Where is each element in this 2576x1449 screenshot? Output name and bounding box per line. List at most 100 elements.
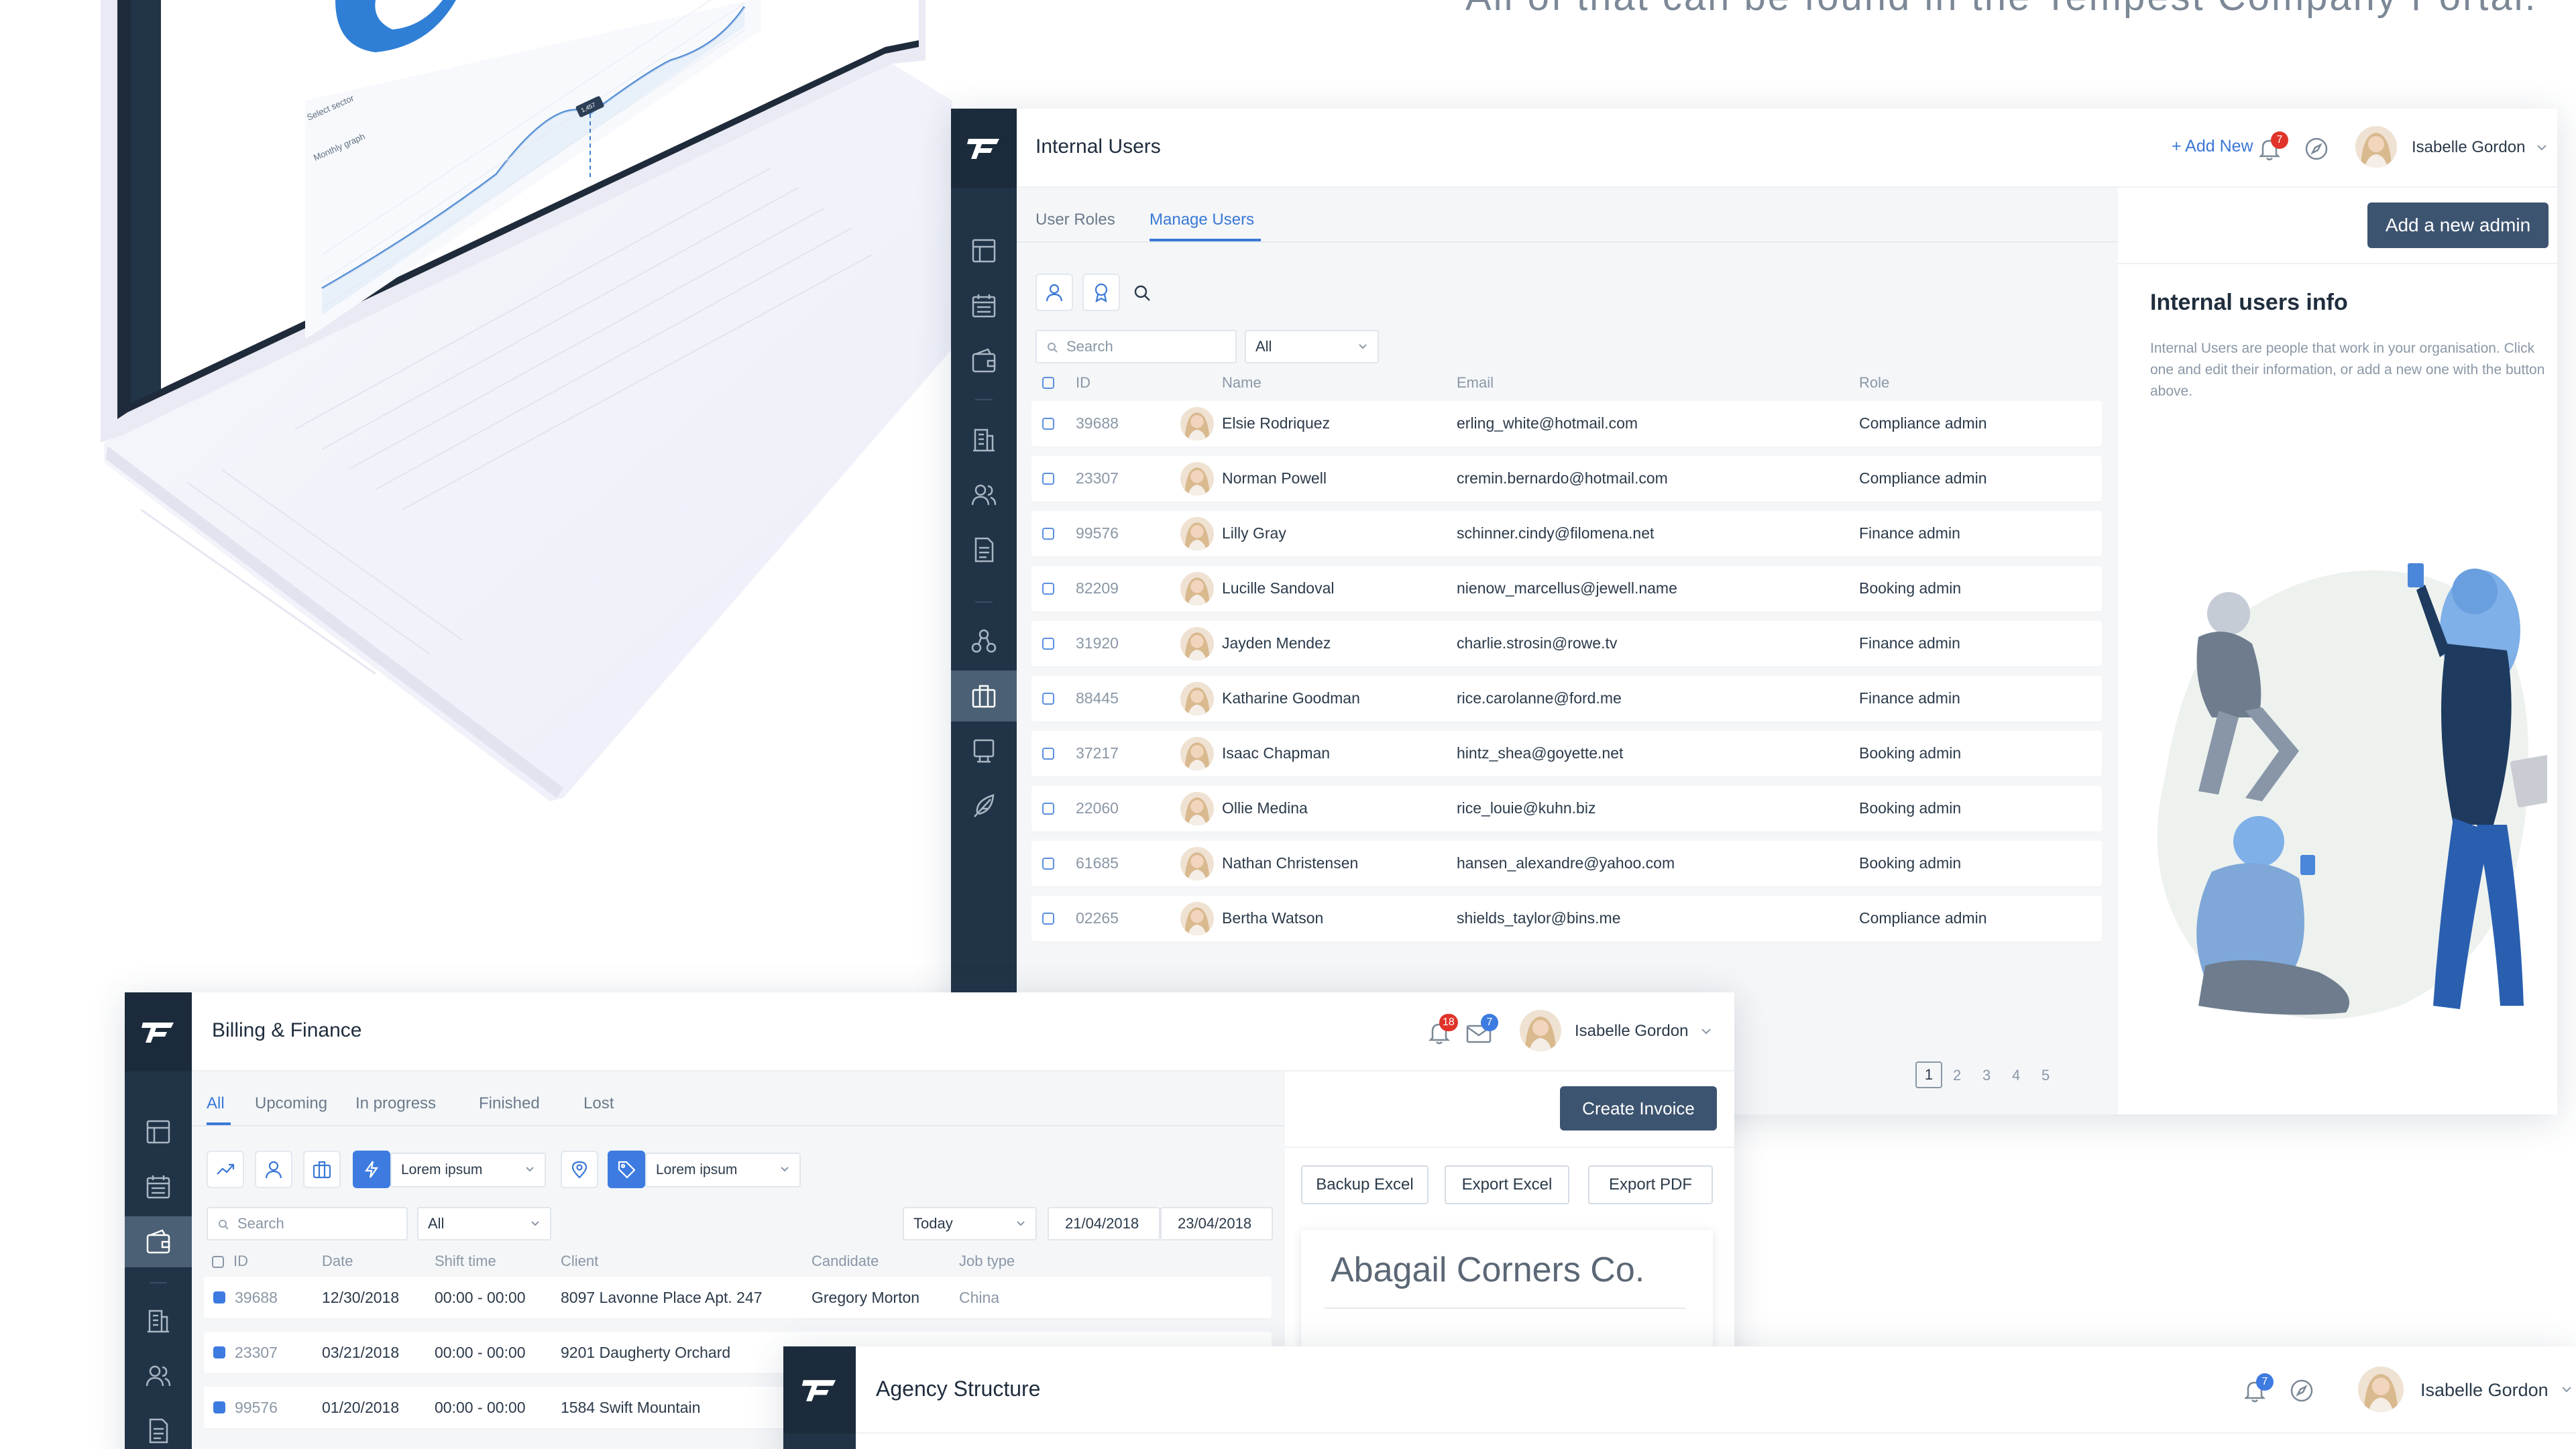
filter1-select[interactable]: Lorem ipsum <box>390 1153 546 1187</box>
avatar[interactable] <box>2358 1367 2404 1412</box>
col-name[interactable]: Name <box>1222 374 1262 392</box>
calendar-icon[interactable] <box>951 280 1017 331</box>
tab-upcoming[interactable]: Upcoming <box>255 1094 327 1113</box>
backup-excel-button[interactable]: Backup Excel <box>1301 1165 1429 1204</box>
page-4[interactable]: 4 <box>2012 1067 2020 1084</box>
search-icon[interactable] <box>1132 283 1152 303</box>
tab-lost[interactable]: Lost <box>583 1094 614 1113</box>
chevron-down-icon[interactable] <box>2561 1385 2572 1393</box>
structure-icon[interactable] <box>951 616 1017 666</box>
export-pdf-button[interactable]: Export PDF <box>1588 1165 1713 1204</box>
row-checkbox[interactable] <box>1042 638 1054 650</box>
table-row[interactable]: 82209 Lucille Sandoval nienow_marcellus@je… <box>1031 566 2102 612</box>
table-row[interactable]: 61685 Nathan Christensen hansen_alexandre@… <box>1031 841 2102 886</box>
row-checkbox[interactable] <box>1042 748 1054 760</box>
add-new-link[interactable]: + Add New <box>2172 137 2253 156</box>
user-name[interactable]: Isabelle Gordon <box>2412 138 2525 157</box>
search-input[interactable]: Search <box>1035 330 1237 363</box>
export-excel-button[interactable]: Export Excel <box>1445 1165 1569 1204</box>
search-input[interactable]: Search <box>207 1207 408 1240</box>
table-row[interactable]: 23307 Norman Powell cremin.bernardo@hotmai… <box>1031 456 2102 502</box>
col-id[interactable]: ID <box>1076 374 1090 392</box>
building-icon[interactable] <box>125 1295 192 1346</box>
filter-award-button[interactable] <box>1082 274 1120 311</box>
dashboard-icon[interactable] <box>125 1106 192 1157</box>
page-5[interactable]: 5 <box>2041 1067 2050 1084</box>
row-checkbox[interactable] <box>213 1291 225 1303</box>
avatar[interactable] <box>2355 126 2397 168</box>
calendar-icon[interactable] <box>125 1161 192 1212</box>
user-name[interactable]: Isabelle Gordon <box>1575 1022 1688 1041</box>
table-row[interactable]: 02265 Bertha Watson shields_taylor@bins.me… <box>1031 896 2102 941</box>
date-from-input[interactable]: 21/04/2018 <box>1048 1207 1160 1240</box>
page-1[interactable]: 1 <box>1915 1061 1942 1088</box>
page-2[interactable]: 2 <box>1953 1067 1961 1084</box>
tab-in-progress[interactable]: In progress <box>355 1094 436 1113</box>
lightning-filter-button[interactable] <box>353 1151 390 1188</box>
create-invoice-button[interactable]: Create Invoice <box>1560 1086 1717 1131</box>
chevron-down-icon[interactable] <box>2536 143 2547 152</box>
select-all-checkbox[interactable] <box>212 1256 224 1268</box>
page-3[interactable]: 3 <box>1982 1067 1991 1084</box>
row-checkbox[interactable] <box>1042 528 1054 540</box>
user-filter-button[interactable] <box>255 1151 292 1188</box>
row-checkbox[interactable] <box>1042 473 1054 485</box>
table-row[interactable]: 31920 Jayden Mendez charlie.strosin@rowe.t… <box>1031 621 2102 666</box>
building-icon[interactable] <box>951 414 1017 465</box>
briefcase-filter-button[interactable] <box>303 1151 341 1188</box>
row-checkbox[interactable] <box>1042 858 1054 870</box>
table-row[interactable]: 22060 Ollie Medina rice_louie@kuhn.biz Book… <box>1031 786 2102 831</box>
tag-filter-button[interactable] <box>608 1151 645 1188</box>
row-checkbox[interactable] <box>1042 418 1054 430</box>
tab-finished[interactable]: Finished <box>479 1094 540 1113</box>
avatar <box>1180 847 1214 880</box>
avatar[interactable] <box>1520 1010 1561 1051</box>
row-checkbox[interactable] <box>1042 803 1054 815</box>
compass-icon[interactable] <box>2288 1377 2315 1404</box>
add-admin-button[interactable]: Add a new admin <box>2367 202 2549 248</box>
users-icon[interactable] <box>951 469 1017 520</box>
dashboard-icon[interactable] <box>951 225 1017 276</box>
select-all-checkbox[interactable] <box>1042 377 1054 389</box>
col-email[interactable]: Email <box>1457 374 1494 392</box>
user-name[interactable]: Isabelle Gordon <box>2420 1380 2549 1401</box>
filter2-select[interactable]: Lorem ipsum <box>645 1153 801 1187</box>
briefcase-icon[interactable] <box>951 671 1017 721</box>
table-row[interactable]: 39688 Elsie Rodriquez erling_white@hotmail… <box>1031 401 2102 447</box>
row-checkbox[interactable] <box>1042 693 1054 705</box>
filter-select[interactable]: All <box>1245 330 1379 363</box>
tempest-logo[interactable] <box>125 992 192 1071</box>
tab-all[interactable]: All <box>207 1094 225 1113</box>
date-preset-select[interactable]: Today <box>903 1207 1037 1240</box>
bell-icon[interactable]: 7 <box>2241 1373 2274 1404</box>
date-to-input[interactable]: 23/04/2018 <box>1160 1207 1273 1240</box>
bell-icon[interactable]: 7 <box>2256 131 2288 162</box>
mail-icon[interactable]: 7 <box>1465 1014 1498 1045</box>
row-checkbox[interactable] <box>213 1346 225 1358</box>
wallet-icon[interactable] <box>951 335 1017 386</box>
compass-icon[interactable] <box>2303 135 2330 162</box>
table-row[interactable]: 99576 Lilly Gray schinner.cindy@filomena.n… <box>1031 511 2102 557</box>
table-row[interactable]: 88445 Katharine Goodman rice.carolanne@for… <box>1031 676 2102 721</box>
table-row[interactable]: 37217 Isaac Chapman hintz_shea@goyette.net… <box>1031 731 2102 776</box>
location-filter-button[interactable] <box>561 1151 598 1188</box>
document-icon[interactable] <box>125 1405 192 1449</box>
table-row[interactable]: 39688 12/30/2018 00:00 - 00:00 8097 Lavonne… <box>204 1277 1272 1318</box>
tempest-logo[interactable] <box>783 1346 856 1434</box>
tempest-logo[interactable] <box>951 109 1017 188</box>
filter-user-button[interactable] <box>1035 274 1073 311</box>
row-checkbox[interactable] <box>1042 913 1054 925</box>
row-checkbox[interactable] <box>213 1401 225 1413</box>
chevron-down-icon[interactable] <box>1701 1027 1712 1035</box>
board-icon[interactable] <box>951 726 1017 776</box>
tab-user-roles[interactable]: User Roles <box>1035 211 1115 229</box>
document-icon[interactable] <box>951 524 1017 575</box>
wallet-icon[interactable] <box>125 1216 192 1267</box>
filter-select[interactable]: All <box>417 1207 551 1240</box>
tab-manage-users[interactable]: Manage Users <box>1150 211 1254 229</box>
users-icon[interactable] <box>125 1350 192 1401</box>
row-checkbox[interactable] <box>1042 583 1054 595</box>
feather-icon[interactable] <box>951 780 1017 831</box>
bell-icon[interactable]: 18 <box>1426 1014 1458 1046</box>
trend-filter-button[interactable] <box>207 1151 244 1188</box>
